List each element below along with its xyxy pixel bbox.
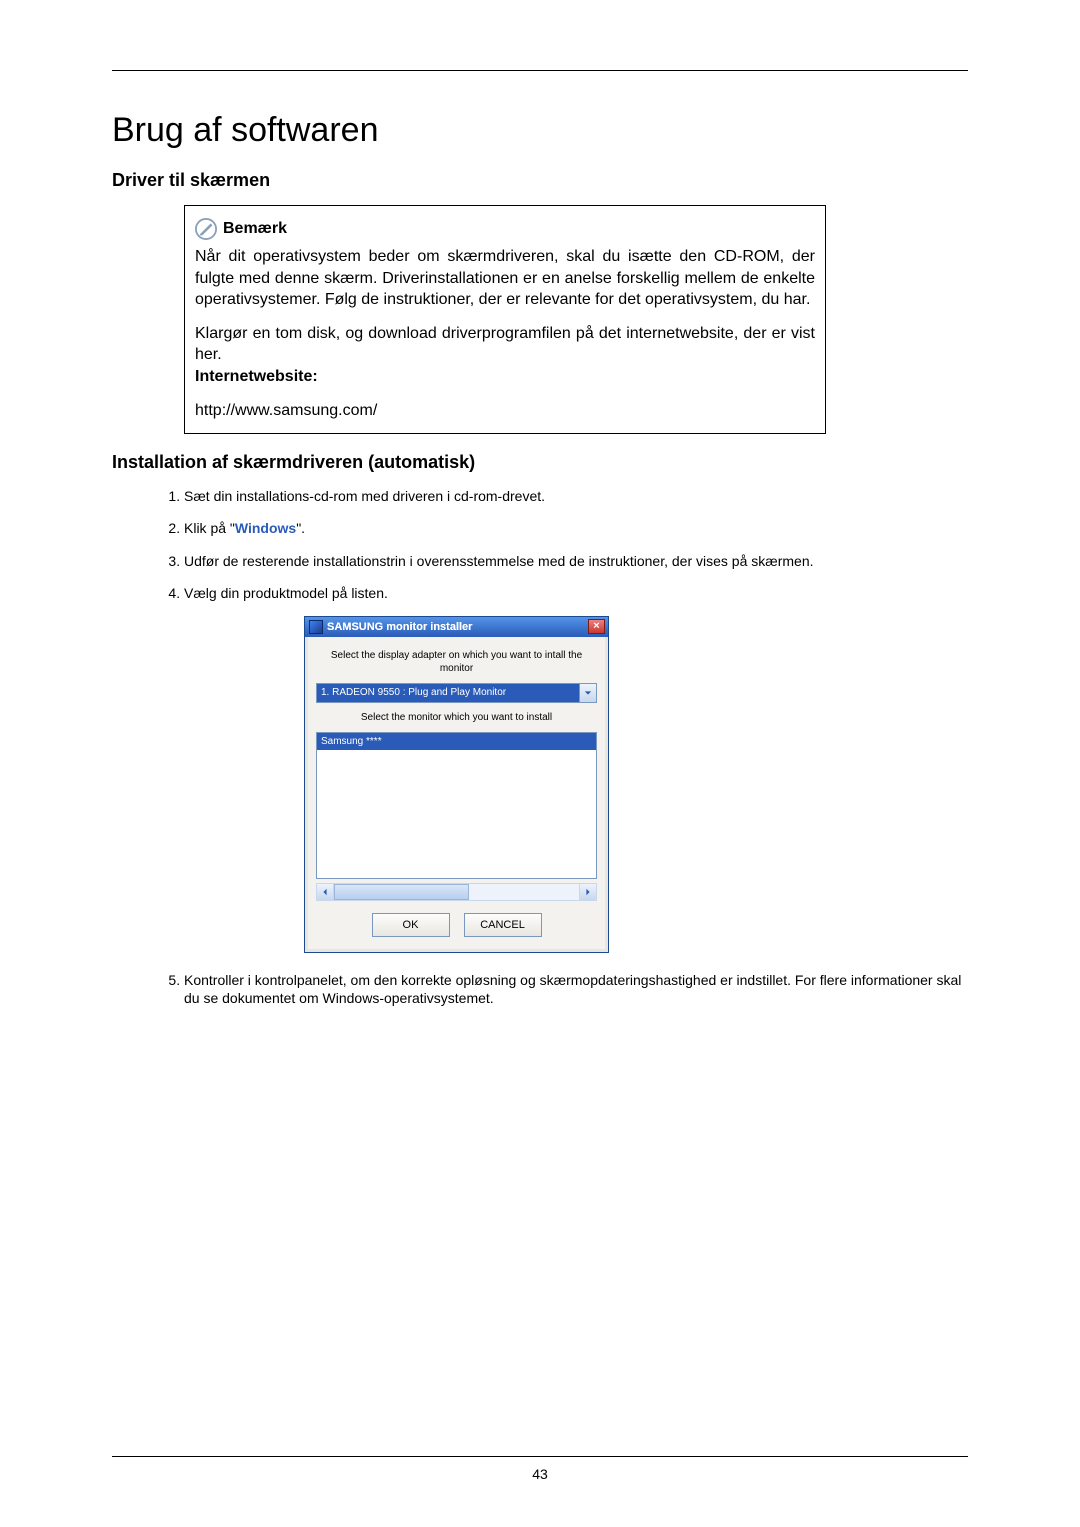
dialog-title-left: SAMSUNG monitor installer — [309, 620, 472, 634]
ok-button[interactable]: OK — [372, 913, 450, 937]
scroll-thumb[interactable] — [334, 884, 469, 900]
dialog-title: SAMSUNG monitor installer — [327, 620, 472, 634]
step-3: Udfør de resterende installationstrin i … — [184, 552, 968, 570]
close-icon: × — [593, 620, 599, 632]
installer-dialog-screenshot: SAMSUNG monitor installer × Select the d… — [304, 616, 968, 953]
dialog-body: Select the display adapter on which you … — [305, 637, 608, 952]
step-2: Klik på "Windows". — [184, 519, 968, 537]
note-paragraph-2: Klargør en tom disk, og download driverp… — [195, 323, 815, 366]
page-title: Brug af softwaren — [112, 111, 968, 150]
dialog-caption-1: Select the display adapter on which you … — [316, 649, 597, 675]
scroll-track[interactable] — [334, 884, 579, 900]
step-2-windows: Windows — [235, 520, 296, 536]
note-pencil-icon — [195, 218, 217, 240]
chevron-right-icon — [584, 888, 592, 896]
section-install-heading: Installation af skærmdriveren (automatis… — [112, 452, 968, 473]
installer-dialog: SAMSUNG monitor installer × Select the d… — [304, 616, 609, 953]
install-steps: Sæt din installations-cd-rom med drivere… — [148, 487, 968, 1007]
dialog-caption-2: Select the monitor which you want to ins… — [316, 711, 597, 724]
scroll-right-button[interactable] — [579, 884, 596, 900]
cancel-button[interactable]: CANCEL — [464, 913, 542, 937]
dialog-app-icon — [309, 620, 323, 634]
step-1-text: Sæt din installations-cd-rom med drivere… — [184, 488, 545, 504]
horizontal-scrollbar[interactable] — [316, 883, 597, 901]
note-paragraph-1: Når dit operativsystem beder om skærmdri… — [195, 246, 815, 311]
step-4: Vælg din produktmodel på listen. SAMSUNG… — [184, 584, 968, 953]
scroll-left-button[interactable] — [317, 884, 334, 900]
monitor-list-selected[interactable]: Samsung **** — [317, 733, 596, 750]
chevron-left-icon — [321, 888, 329, 896]
note-internet-label: Internetwebsite: — [195, 366, 815, 388]
adapter-combobox[interactable]: 1. RADEON 9550 : Plug and Play Monitor — [316, 683, 597, 703]
page-number: 43 — [0, 1466, 1080, 1482]
dialog-titlebar: SAMSUNG monitor installer × — [305, 617, 608, 637]
close-button[interactable]: × — [588, 619, 605, 634]
bottom-rule — [112, 1456, 968, 1457]
top-rule — [112, 70, 968, 71]
step-4-text: Vælg din produktmodel på listen. — [184, 585, 388, 601]
step-5-text: Kontroller i kontrolpanelet, om den korr… — [184, 972, 961, 1006]
cancel-button-label: CANCEL — [480, 918, 525, 932]
chevron-down-icon — [584, 689, 592, 697]
combobox-arrow[interactable] — [579, 684, 596, 702]
step-3-text: Udfør de resterende installationstrin i … — [184, 553, 814, 569]
step-2-text-c: ". — [296, 520, 305, 536]
note-url: http://www.samsung.com/ — [195, 400, 815, 422]
step-2-text-a: Klik på " — [184, 520, 235, 536]
section-driver-heading: Driver til skærmen — [112, 170, 968, 191]
monitor-listbox[interactable]: Samsung **** — [316, 732, 597, 879]
step-5: Kontroller i kontrolpanelet, om den korr… — [184, 971, 968, 1007]
note-head: Bemærk — [195, 218, 815, 240]
note-box: Bemærk Når dit operativsystem beder om s… — [184, 205, 826, 434]
note-label: Bemærk — [223, 218, 287, 240]
adapter-combobox-selected: 1. RADEON 9550 : Plug and Play Monitor — [317, 684, 579, 702]
step-1: Sæt din installations-cd-rom med drivere… — [184, 487, 968, 505]
ok-button-label: OK — [403, 918, 419, 932]
page: Brug af softwaren Driver til skærmen Bem… — [0, 0, 1080, 1527]
dialog-button-row: OK CANCEL — [316, 913, 597, 937]
